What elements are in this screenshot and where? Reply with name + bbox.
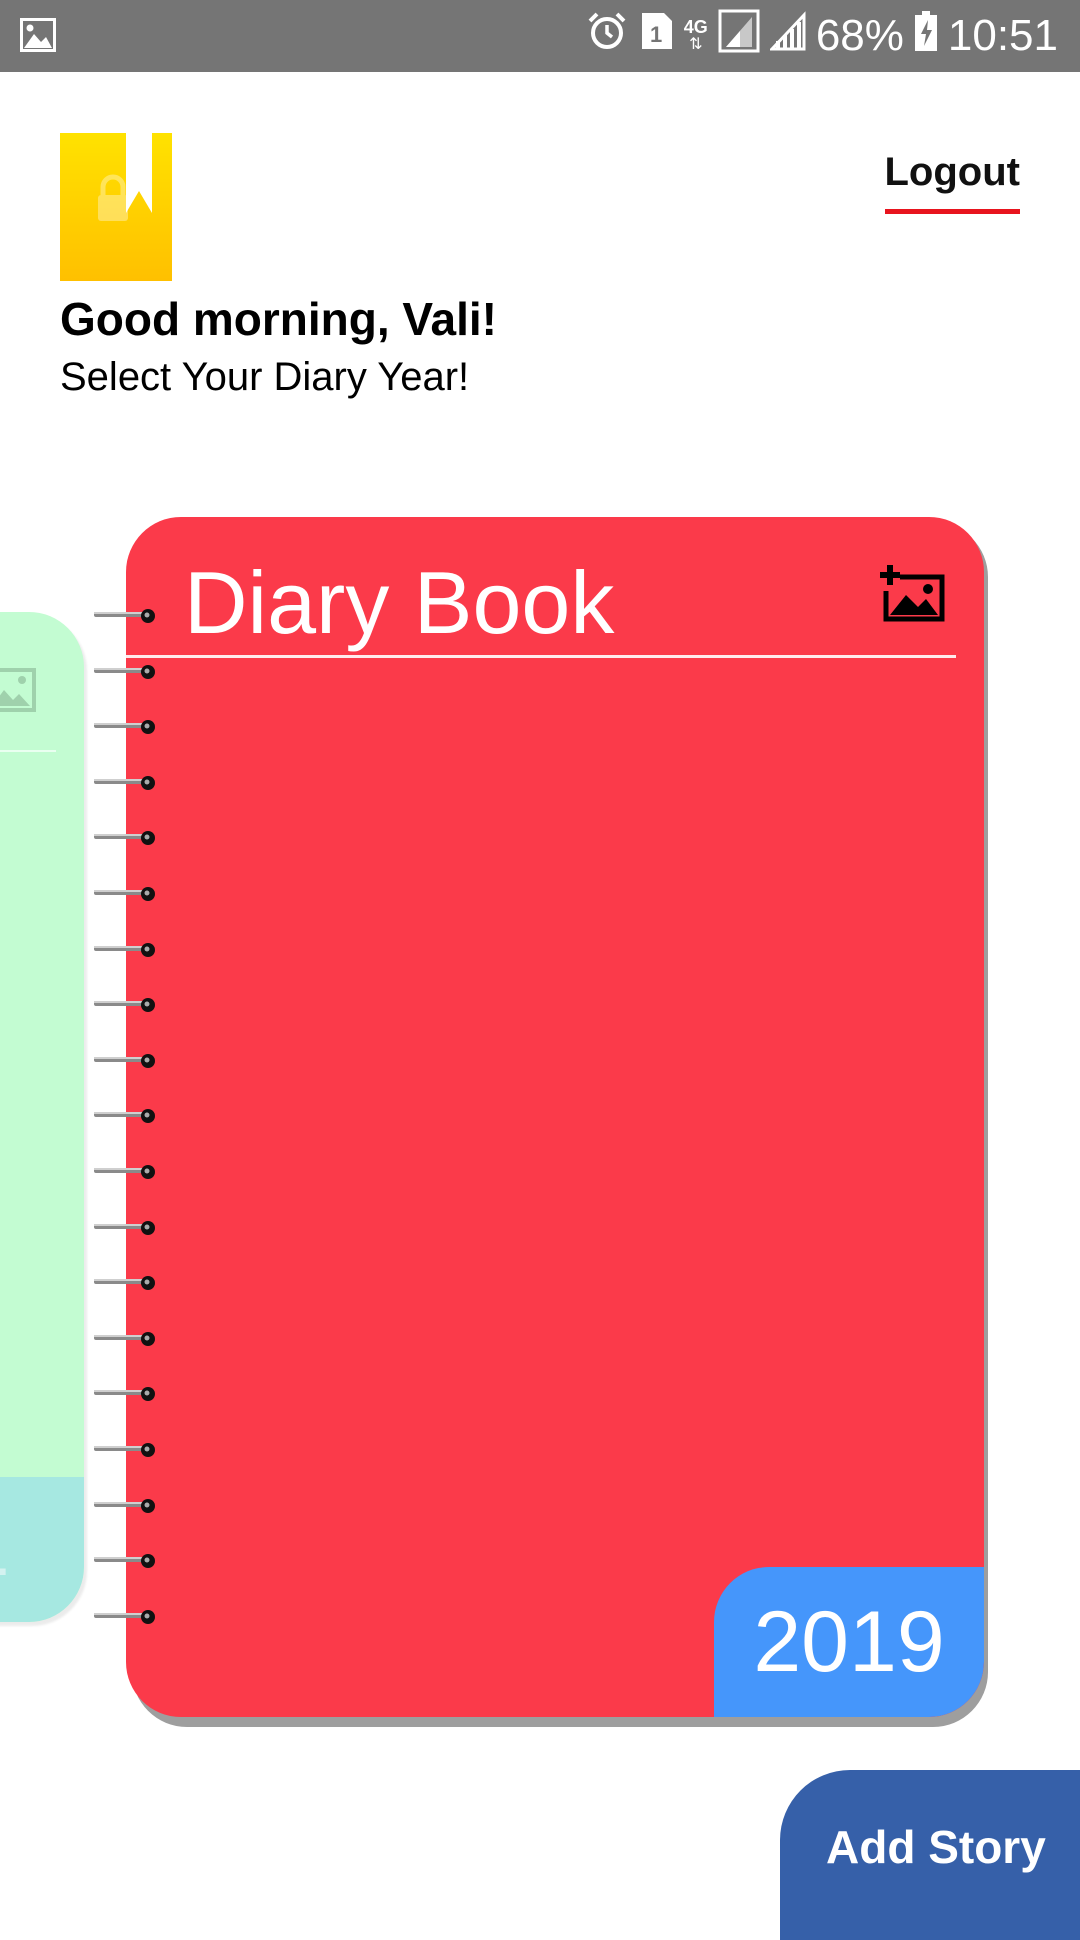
spiral-ring [92,662,162,682]
spiral-binding [92,0,162,1920]
year-badge-previous: 1 [0,1477,84,1622]
add-story-label: Add Story [826,1821,1046,1873]
spiral-ring [92,1329,162,1349]
spiral-ring [92,1218,162,1238]
clock: 10:51 [947,11,1058,60]
book-title: Diary Book [184,553,615,652]
spiral-ring [92,1106,162,1126]
add-story-button[interactable]: Add Story [780,1770,1080,1940]
diary-book-current[interactable]: Diary Book 2019 [126,517,984,1717]
diary-book-previous[interactable]: 1 [0,612,84,1622]
spiral-ring [92,606,162,626]
status-bar: 1 4G ⇅ 68% 10:51 [0,0,1080,72]
spiral-ring [92,1051,162,1071]
spiral-ring [92,828,162,848]
logout-button[interactable]: Logout [884,150,1020,214]
spiral-ring [92,1551,162,1571]
spiral-ring [92,1273,162,1293]
network-type-label: 4G [683,17,708,37]
year-label: 2019 [753,1593,945,1690]
spiral-ring [92,940,162,960]
spiral-ring [92,773,162,793]
spiral-ring [92,1162,162,1182]
spiral-ring [92,1496,162,1516]
gallery-icon [19,17,57,57]
spiral-ring [92,1607,162,1627]
signal-icon [718,9,760,63]
year-badge: 2019 [714,1567,984,1717]
spiral-ring [92,717,162,737]
network-4g-icon: 4G ⇅ [683,17,708,53]
spiral-ring [92,884,162,904]
year-label-previous: 1 [0,1497,10,1596]
battery-percentage: 68% [815,11,904,60]
spiral-ring [92,1440,162,1460]
alarm-icon [586,10,628,62]
svg-text:1: 1 [650,22,662,47]
battery-charging-icon [914,10,938,62]
add-image-icon[interactable] [876,563,948,628]
signal-icon [768,11,806,61]
image-icon [0,668,36,717]
book-divider [126,655,956,658]
spiral-ring [92,995,162,1015]
book-divider [0,750,56,752]
sim-icon: 1 [638,11,674,61]
spiral-ring [92,1384,162,1404]
